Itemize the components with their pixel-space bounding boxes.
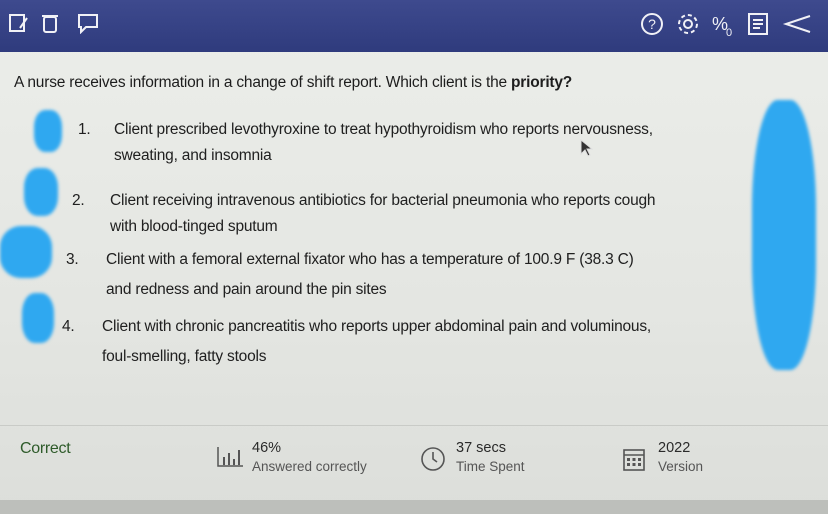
- result-status: Correct: [20, 440, 71, 457]
- redaction-mark: [0, 226, 52, 278]
- bar-chart-icon: [216, 446, 244, 473]
- top-toolbar: ? % 0: [0, 0, 828, 52]
- option-number: 3.: [66, 251, 79, 268]
- option-text-line2: foul-smelling, fatty stools: [102, 348, 267, 365]
- question-stem: A nurse receives information in a change…: [14, 74, 814, 92]
- clock-icon: [420, 446, 446, 477]
- settings-icon[interactable]: [676, 12, 700, 36]
- question-screen: ? % 0 A nurse receives information in a c…: [0, 0, 828, 514]
- stat-label: Time Spent: [456, 459, 525, 474]
- option-text-line2: sweating, and insomnia: [114, 147, 272, 164]
- bottom-strip: [0, 500, 828, 514]
- stat-label: Answered correctly: [252, 459, 367, 474]
- option-text-line1: Client with a femoral external fixator w…: [106, 251, 634, 268]
- help-icon[interactable]: ?: [640, 12, 664, 36]
- svg-text:?: ?: [648, 16, 656, 32]
- redaction-mark: [24, 168, 58, 216]
- option-text-line2: and redness and pain around the pin site…: [106, 281, 387, 298]
- stat-value: 2022: [658, 440, 691, 456]
- result-footer: Correct 46% Answered correctly 37 secs T…: [0, 425, 828, 506]
- calculator-icon[interactable]: % 0: [710, 12, 736, 38]
- stat-label: Version: [658, 459, 704, 474]
- redaction-mark: [752, 100, 816, 370]
- comment-icon[interactable]: [76, 12, 100, 34]
- lab-values-icon[interactable]: [746, 12, 770, 36]
- option-text-line1: Client with chronic pancreatitis who rep…: [102, 318, 651, 335]
- option-number: 2.: [72, 192, 85, 209]
- option-number: 1.: [78, 121, 91, 138]
- redaction-mark: [22, 293, 54, 343]
- svg-text:0: 0: [726, 27, 732, 38]
- trash-icon[interactable]: [40, 12, 60, 34]
- question-emphasis: priority?: [511, 74, 573, 91]
- option-number: 4.: [62, 318, 75, 335]
- option-text-line1: Client prescribed levothyroxine to treat…: [114, 121, 653, 138]
- notes-icon[interactable]: [8, 12, 30, 34]
- calendar-icon: [622, 446, 646, 477]
- stat-value: 37 secs: [456, 440, 506, 456]
- question-text: A nurse receives information in a change…: [14, 74, 512, 91]
- mouse-cursor-icon: [580, 138, 594, 162]
- flag-icon[interactable]: [782, 12, 812, 36]
- stat-value: 46%: [252, 440, 282, 456]
- option-text-line2: with blood-tinged sputum: [110, 218, 278, 235]
- option-text-line1: Client receiving intravenous antibiotics…: [110, 192, 656, 209]
- redaction-mark: [34, 110, 62, 152]
